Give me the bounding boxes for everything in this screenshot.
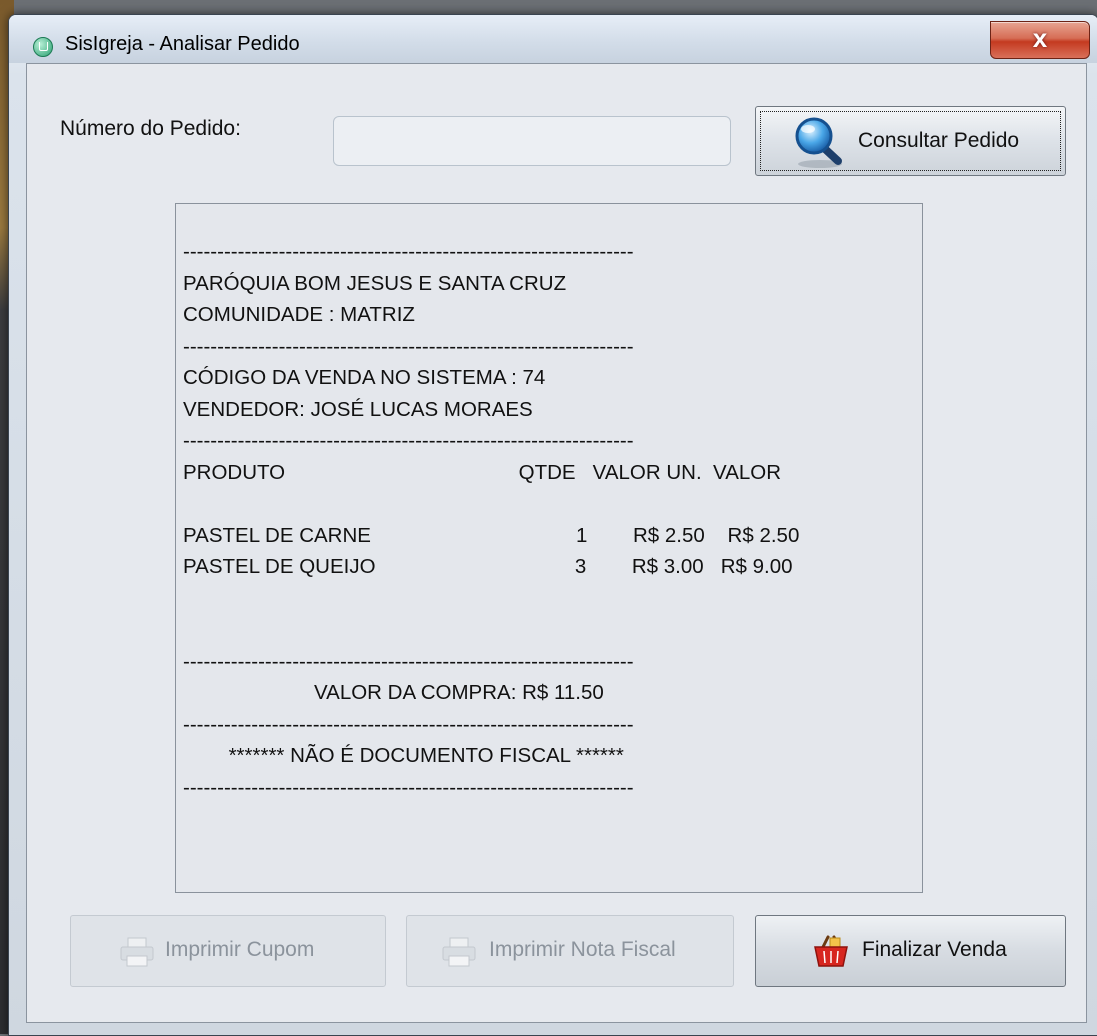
print-invoice-button[interactable]: Imprimir Nota Fiscal [406,915,734,987]
app-home-icon [33,37,53,57]
receipt-panel: ----------------------------------------… [175,203,923,893]
finalize-sale-button[interactable]: Finalizar Venda [755,915,1066,987]
finalize-sale-label: Finalizar Venda [862,938,1007,961]
print-receipt-button[interactable]: Imprimir Cupom [70,915,386,987]
consult-order-label: Consultar Pedido [858,129,1020,152]
printer-icon [442,937,476,967]
consult-order-button[interactable]: Consultar Pedido [755,106,1066,176]
order-number-input[interactable] [333,116,731,166]
title-bar[interactable]: SisIgreja - Analisar Pedido x [9,15,1097,63]
window-title: SisIgreja - Analisar Pedido [65,33,300,55]
printer-icon [120,937,154,967]
receipt-text: ----------------------------------------… [183,240,800,799]
close-button[interactable]: x [990,21,1090,59]
close-icon: x [1032,23,1048,53]
search-icon [795,117,842,168]
print-invoice-label: Imprimir Nota Fiscal [489,938,676,961]
print-receipt-label: Imprimir Cupom [165,938,315,961]
order-number-label: Número do Pedido: [60,117,241,140]
basket-icon [814,935,848,967]
